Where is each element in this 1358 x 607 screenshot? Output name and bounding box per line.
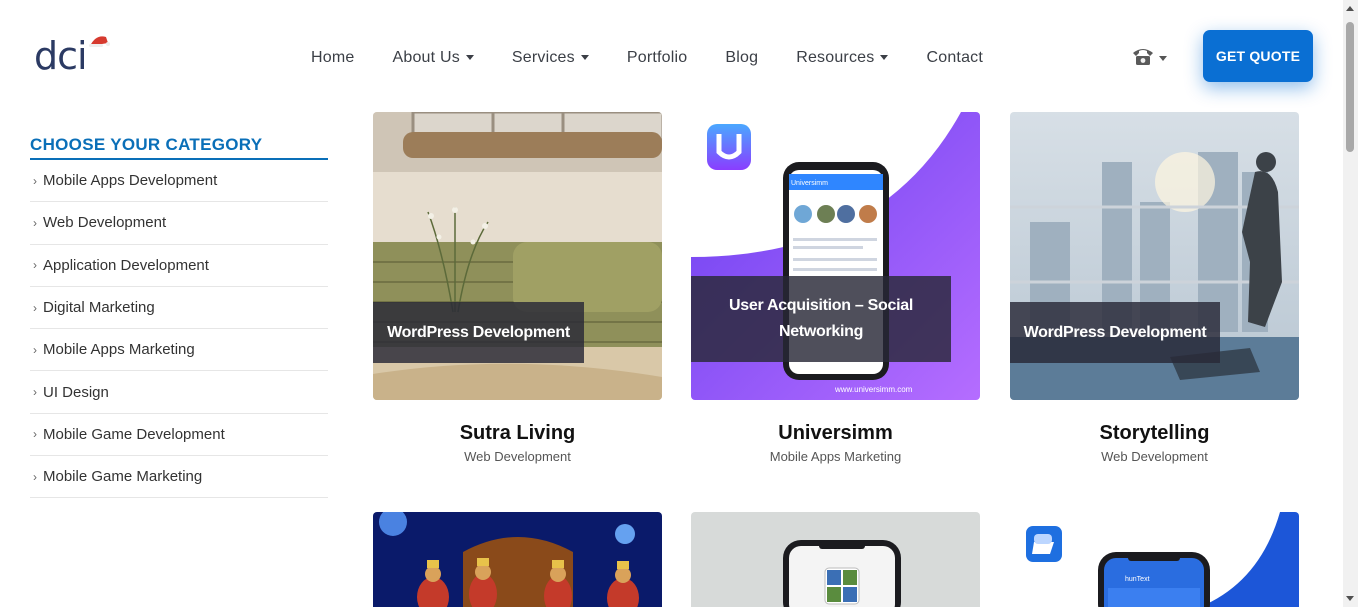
category-item-web-development[interactable]: › Web Development	[30, 202, 328, 245]
nav-home[interactable]: Home	[311, 49, 354, 67]
phone-dropdown[interactable]	[1131, 46, 1167, 66]
nav-resources-label: Resources	[796, 49, 875, 66]
category-label: UI Design	[43, 383, 109, 401]
nav-services-label: Services	[511, 49, 575, 66]
card-overlay-label: WordPress Development	[1010, 302, 1220, 363]
card-overlay-label: WordPress Development	[373, 302, 584, 363]
caret-down-icon	[1159, 55, 1167, 61]
portfolio-card-universimm[interactable]: www.universimm.com Universimm User Acqui…	[691, 112, 980, 464]
nav-portfolio-label: Portfolio	[626, 49, 688, 66]
portfolio-card-storytelling[interactable]: WordPress Development Storytelling Web D…	[1010, 112, 1299, 464]
category-heading: CHOOSE YOUR CATEGORY	[30, 135, 328, 160]
chevron-right-icon: ›	[33, 427, 37, 442]
card-thumbnail[interactable]: www.universimm.com Universimm User Acqui…	[691, 112, 980, 400]
app-phone-graphic	[691, 512, 980, 607]
chevron-right-icon: ›	[33, 300, 37, 315]
huntext-app-graphic: hunText	[1010, 512, 1299, 607]
card-thumbnail[interactable]: WordPress Development	[1010, 112, 1299, 400]
portfolio-card-huntext[interactable]: hunText	[1010, 512, 1299, 607]
page-scrollbar[interactable]	[1343, 0, 1358, 607]
scroll-down-arrow-icon[interactable]	[1346, 596, 1354, 601]
nav-about-us-label: About Us	[392, 49, 460, 66]
nav-blog[interactable]: Blog	[725, 49, 758, 67]
nav-about-us[interactable]: About Us	[392, 49, 474, 67]
app-name-text: hunText	[1125, 576, 1150, 583]
card-overlay-label: User Acquisition – Social Networking	[691, 276, 951, 362]
scroll-up-arrow-icon[interactable]	[1346, 6, 1354, 11]
dci-logo[interactable]: dci	[34, 34, 114, 78]
category-label: Digital Marketing	[43, 299, 155, 317]
app-name-text: Universimm	[791, 180, 828, 187]
category-list: › Mobile Apps Development › Web Developmen…	[30, 160, 328, 499]
chevron-right-icon: ›	[33, 215, 37, 230]
phone-icon	[1133, 49, 1153, 65]
page: dci Home About Us Services Portfolio Blo…	[0, 0, 1358, 607]
scrollbar-thumb[interactable]	[1346, 22, 1354, 152]
card-thumbnail[interactable]	[691, 512, 980, 607]
card-category: Web Development	[1101, 449, 1208, 464]
caret-down-icon	[580, 54, 589, 60]
get-quote-button[interactable]: GET QUOTE	[1203, 30, 1313, 82]
chevron-right-icon: ›	[33, 469, 37, 484]
logo-text: dci	[34, 34, 88, 78]
category-item-digital-marketing[interactable]: › Digital Marketing	[30, 287, 328, 330]
caret-down-icon	[465, 54, 474, 60]
category-label: Mobile Game Development	[43, 425, 225, 443]
category-label: Mobile Apps Development	[43, 172, 218, 190]
stage-performance-photo	[373, 512, 662, 607]
category-sidebar: CHOOSE YOUR CATEGORY › Mobile Apps Develo…	[30, 135, 328, 499]
category-item-ui-design[interactable]: › UI Design	[30, 371, 328, 414]
santa-hat-icon	[89, 36, 110, 47]
nav-blog-label: Blog	[725, 49, 759, 66]
category-item-mobile-apps-development[interactable]: › Mobile Apps Development	[30, 160, 328, 203]
nav-portfolio[interactable]: Portfolio	[627, 49, 688, 67]
nav-services[interactable]: Services	[512, 49, 589, 67]
chevron-right-icon: ›	[33, 385, 37, 400]
portfolio-card-sutra-living[interactable]: WordPress Development Sutra Living Web D…	[373, 112, 662, 464]
chevron-right-icon: ›	[33, 173, 37, 188]
nav-home-label: Home	[311, 49, 355, 66]
main-nav: Home About Us Services Portfolio Blog Re…	[300, 44, 1021, 72]
card-category: Web Development	[464, 449, 571, 464]
category-label: Web Development	[43, 214, 167, 232]
category-item-mobile-game-development[interactable]: › Mobile Game Development	[30, 414, 328, 457]
caret-down-icon	[880, 54, 889, 60]
category-item-application-development[interactable]: › Application Development	[30, 245, 328, 287]
nav-contact-label: Contact	[926, 49, 984, 66]
thumb-caption: www.universimm.com	[834, 385, 913, 394]
card-thumbnail[interactable]: hunText	[1010, 512, 1299, 607]
nav-resources[interactable]: Resources	[796, 49, 889, 67]
category-item-mobile-apps-marketing[interactable]: › Mobile Apps Marketing	[30, 329, 328, 372]
category-label: Mobile Game Marketing	[43, 468, 203, 486]
category-label: Mobile Apps Marketing	[43, 341, 195, 359]
card-thumbnail[interactable]: WordPress Development	[373, 112, 662, 400]
category-label: Application Development	[43, 256, 209, 274]
card-title[interactable]: Universimm	[691, 422, 980, 445]
card-title[interactable]: Sutra Living	[373, 422, 662, 445]
portfolio-card-app-grid[interactable]	[691, 512, 980, 607]
nav-contact[interactable]: Contact	[926, 49, 983, 67]
chevron-right-icon: ›	[33, 342, 37, 357]
portfolio-card-dance-performance[interactable]	[373, 512, 662, 607]
category-item-mobile-game-marketing[interactable]: › Mobile Game Marketing	[30, 456, 328, 499]
card-category: Mobile Apps Marketing	[769, 449, 902, 464]
chevron-right-icon: ›	[33, 258, 37, 273]
card-thumbnail[interactable]	[373, 512, 662, 607]
card-title[interactable]: Storytelling	[1010, 422, 1299, 445]
